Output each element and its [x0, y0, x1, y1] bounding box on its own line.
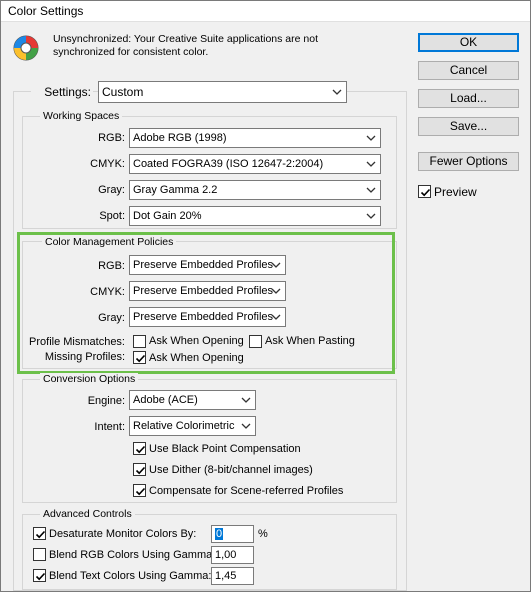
- desaturate-label: Desaturate Monitor Colors By:: [49, 528, 197, 540]
- window-title: Color Settings: [8, 4, 84, 18]
- engine-value: Adobe (ACE): [133, 394, 198, 406]
- ws-cmyk-label: CMYK:: [90, 158, 125, 170]
- ws-spot-value: Dot Gain 20%: [133, 210, 202, 222]
- policies-highlight-frame: [17, 232, 395, 374]
- sync-message: Unsynchronized: Your Creative Suite appl…: [53, 33, 318, 58]
- chevron-down-icon: [241, 397, 251, 403]
- chevron-down-icon: [241, 423, 251, 429]
- intent-dropdown[interactable]: Relative Colorimetric: [129, 416, 256, 436]
- chevron-down-icon: [332, 89, 342, 95]
- desaturate-input[interactable]: 0: [211, 525, 254, 543]
- chevron-down-icon: [366, 135, 376, 141]
- blend-rgb-label: Blend RGB Colors Using Gamma:: [49, 549, 216, 561]
- settings-label: Settings:: [31, 85, 93, 99]
- blend-text-input[interactable]: 1,45: [211, 567, 254, 585]
- chevron-down-icon: [366, 187, 376, 193]
- advanced-title: Advanced Controls: [40, 508, 135, 520]
- blend-text-checkbox[interactable]: [33, 569, 46, 582]
- desaturate-unit: %: [258, 528, 268, 540]
- scene-referred-label: Compensate for Scene-referred Profiles: [149, 485, 344, 497]
- blend-rgb-input[interactable]: 1,00: [211, 546, 254, 564]
- load-button[interactable]: Load...: [418, 89, 519, 108]
- dither-checkbox[interactable]: [133, 463, 146, 476]
- ws-gray-dropdown[interactable]: Gray Gamma 2.2: [129, 180, 381, 200]
- desaturate-value: 0: [215, 528, 224, 540]
- ws-spot-dropdown[interactable]: Dot Gain 20%: [129, 206, 381, 226]
- fewer-options-button[interactable]: Fewer Options: [418, 152, 519, 171]
- blend-rgb-checkbox[interactable]: [33, 548, 46, 561]
- save-button[interactable]: Save...: [418, 117, 519, 136]
- intent-label: Intent:: [94, 421, 125, 433]
- ws-gray-label: Gray:: [98, 184, 125, 196]
- preview-label: Preview: [434, 185, 477, 199]
- blend-rgb-value: 1,00: [215, 549, 237, 561]
- blend-text-label: Blend Text Colors Using Gamma:: [49, 570, 212, 582]
- black-point-checkbox[interactable]: [133, 442, 146, 455]
- desaturate-checkbox[interactable]: [33, 527, 46, 540]
- chevron-down-icon: [366, 213, 376, 219]
- ws-spot-label: Spot:: [99, 210, 125, 222]
- ws-rgb-label: RGB:: [98, 132, 125, 144]
- color-settings-dialog: Color Settings Unsynchronized: Your Crea…: [0, 0, 531, 592]
- settings-dropdown[interactable]: Custom: [98, 81, 347, 103]
- scene-referred-checkbox[interactable]: [133, 484, 146, 497]
- ws-cmyk-value: Coated FOGRA39 (ISO 12647-2:2004): [133, 158, 324, 170]
- color-wheel-icon: [13, 35, 39, 61]
- ws-gray-value: Gray Gamma 2.2: [133, 184, 218, 196]
- working-spaces-title: Working Spaces: [40, 110, 123, 122]
- dither-label: Use Dither (8-bit/channel images): [149, 464, 313, 476]
- settings-value: Custom: [102, 85, 144, 99]
- ws-rgb-value: Adobe RGB (1998): [133, 132, 227, 144]
- engine-label: Engine:: [87, 395, 125, 407]
- conversion-title: Conversion Options: [40, 373, 139, 385]
- ws-rgb-dropdown[interactable]: Adobe RGB (1998): [129, 128, 381, 148]
- black-point-label: Use Black Point Compensation: [149, 443, 301, 455]
- cancel-button[interactable]: Cancel: [418, 61, 519, 80]
- intent-value: Relative Colorimetric: [133, 420, 235, 432]
- preview-checkbox[interactable]: [418, 185, 431, 198]
- chevron-down-icon: [366, 161, 376, 167]
- engine-dropdown[interactable]: Adobe (ACE): [129, 390, 256, 410]
- title-bar: Color Settings: [1, 1, 530, 22]
- ok-button[interactable]: OK: [418, 33, 519, 52]
- blend-text-value: 1,45: [215, 570, 237, 582]
- ws-cmyk-dropdown[interactable]: Coated FOGRA39 (ISO 12647-2:2004): [129, 154, 381, 174]
